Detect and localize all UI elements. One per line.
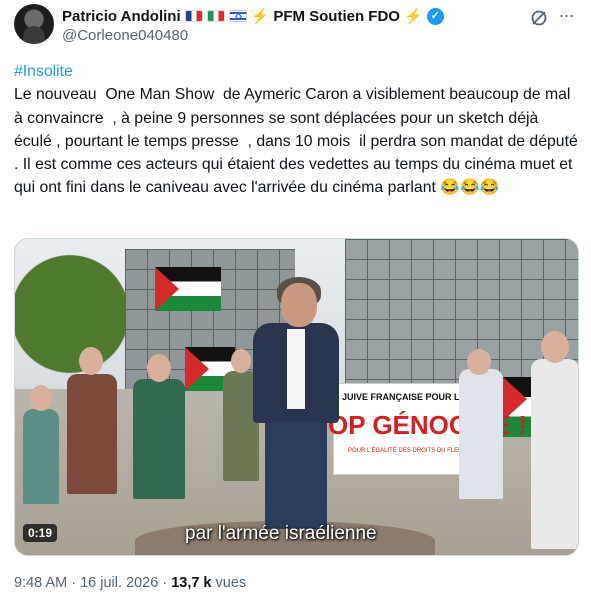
flag-fr-icon [184, 10, 203, 22]
author-name[interactable]: Patricio Andolini [62, 8, 181, 25]
footer-separator: · [67, 575, 81, 591]
flag-it-icon [206, 10, 225, 22]
crowd-person-head [467, 349, 491, 375]
bolt-emoji: ⚡ [403, 8, 423, 25]
speaker-shirt [287, 329, 305, 409]
crowd-person [459, 369, 503, 499]
author-line[interactable]: Patricio Andolini ⚡ PFM Soutien FDO ⚡ ✓ [62, 6, 444, 26]
video-duration-badge: 0:19 [23, 524, 58, 542]
crowd-person [23, 409, 59, 504]
video-player[interactable]: JUIVE FRANÇAISE POUR LA PAIX OP GÉNOCIDE… [14, 238, 579, 556]
palestinian-flag [155, 267, 221, 311]
grok-icon[interactable] [529, 8, 549, 28]
video-subtitle: par l'armée israélienne [185, 523, 377, 544]
protest-banner: JUIVE FRANÇAISE POUR LA PAIX OP GÉNOCIDE… [328, 383, 527, 475]
views-label: vues [211, 575, 247, 591]
crowd-person [67, 374, 117, 494]
speaker-head [281, 283, 317, 327]
crowd-person [531, 359, 578, 549]
avatar[interactable] [14, 4, 54, 44]
flag-il-icon [228, 10, 247, 22]
crowd-person-head [231, 349, 251, 373]
verified-badge-icon[interactable]: ✓ [426, 7, 444, 25]
author-name-suffix[interactable]: PFM Soutien FDO [273, 8, 400, 25]
crowd-person-head [147, 354, 171, 382]
tweet-header: Patricio Andolini ⚡ PFM Soutien FDO ⚡ ✓ … [14, 4, 577, 48]
speaker-legs [265, 419, 327, 529]
more-icon[interactable]: ··· [555, 6, 577, 28]
crowd-person-head [30, 385, 52, 411]
tweet-body: Le nouveau One Man Show de Aymeric Caron… [14, 86, 583, 197]
author-handle[interactable]: @Corleone040480 [62, 27, 188, 44]
tweet-text: #Insolite Le nouveau One Man Show de Ayme… [14, 60, 578, 200]
tweet-footer: 9:48 AM · 16 juil. 2026 · 13,7 k vues [14, 575, 246, 591]
bolt-emoji: ⚡ [250, 8, 270, 25]
crowd-person [133, 379, 185, 499]
crowd-person-head [79, 347, 103, 375]
views-count: 13,7 k [171, 575, 212, 591]
tweet-time[interactable]: 9:48 AM [14, 575, 67, 591]
crowd-person-head [541, 331, 569, 363]
footer-separator: · [158, 575, 172, 591]
tweet-date[interactable]: 16 juil. 2026 [80, 575, 158, 591]
hashtag-link[interactable]: #Insolite [14, 60, 578, 83]
